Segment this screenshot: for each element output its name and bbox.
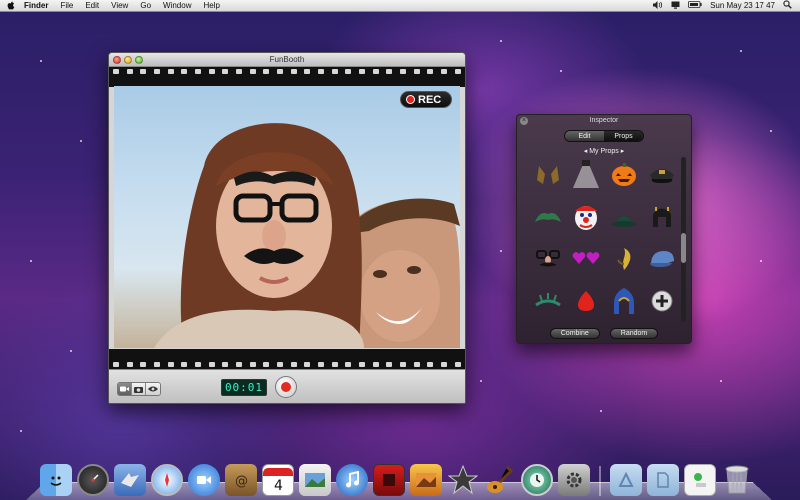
camera-preview[interactable]: REC: [114, 86, 460, 348]
blue-cap-icon[interactable]: [644, 239, 680, 279]
photo-booth-icon[interactable]: [373, 464, 405, 496]
combine-button[interactable]: Combine: [549, 328, 600, 339]
volume-icon[interactable]: [653, 0, 663, 11]
close-button[interactable]: [113, 56, 121, 64]
scrollbar-thumb[interactable]: [681, 233, 686, 263]
clock-display[interactable]: Sun May 23 17 47: [710, 1, 775, 10]
window-titlebar[interactable]: FunBooth: [109, 53, 465, 67]
green-antenna-icon[interactable]: [530, 281, 566, 321]
menu-view[interactable]: View: [111, 1, 128, 10]
pumpkin-head-icon[interactable]: [606, 155, 642, 195]
trash-icon[interactable]: [721, 464, 753, 496]
close-icon[interactable]: ×: [520, 117, 528, 125]
ical-icon[interactable]: 4: [262, 464, 294, 496]
dock: @ 4: [26, 452, 772, 500]
apple-menu-icon[interactable]: [6, 1, 16, 11]
menu-go[interactable]: Go: [140, 1, 151, 10]
inspector-actions: Combine Random: [517, 328, 691, 339]
record-icon: [281, 382, 291, 392]
props-grid: [530, 155, 686, 323]
inspector-title: Inspector: [589, 117, 619, 124]
record-button[interactable]: [275, 376, 297, 398]
svg-text:4: 4: [274, 478, 283, 492]
funbooth-toolbar: 00:01: [109, 369, 465, 403]
props-category-selector[interactable]: ◂ My Props ▸: [517, 147, 691, 155]
window-controls: [113, 56, 143, 64]
props-scrollbar[interactable]: [681, 157, 686, 322]
dashboard-icon[interactable]: [77, 464, 109, 496]
photo-mode-icon[interactable]: [132, 383, 146, 395]
battery-icon[interactable]: [688, 1, 702, 10]
gold-horn-icon[interactable]: [606, 239, 642, 279]
recording-indicator: REC: [400, 91, 452, 108]
spotlight-icon[interactable]: [783, 0, 792, 11]
filmstrip-top: [109, 67, 465, 87]
random-button[interactable]: Random: [609, 328, 659, 339]
menu-bar: Finder File Edit View Go Window Help Sun…: [0, 0, 800, 12]
iphoto-icon[interactable]: [299, 464, 331, 496]
cowbell-horns-icon[interactable]: [530, 155, 566, 195]
record-dot-icon: [406, 95, 415, 104]
inspector-tabs: Edit Props: [564, 130, 644, 142]
menu-help[interactable]: Help: [203, 1, 219, 10]
ichat-icon[interactable]: [188, 464, 220, 496]
inspector-titlebar[interactable]: × Inspector: [517, 115, 691, 127]
eye-icon[interactable]: [146, 383, 160, 395]
itunes-icon[interactable]: [336, 464, 368, 496]
blue-hood-icon[interactable]: [606, 281, 642, 321]
system-preferences-icon[interactable]: [558, 464, 590, 496]
red-nose-icon[interactable]: [568, 281, 604, 321]
downloads-stack-icon[interactable]: [684, 464, 716, 496]
garageband-icon[interactable]: [484, 464, 516, 496]
green-witch-hat-icon[interactable]: [606, 197, 642, 237]
inspector-panel: × Inspector Edit Props ◂ My Props ▸ Comb…: [516, 114, 692, 344]
glasses-mustache-icon[interactable]: [530, 239, 566, 279]
green-hair-icon[interactable]: [530, 197, 566, 237]
menu-file[interactable]: File: [60, 1, 73, 10]
tab-props[interactable]: Props: [604, 131, 643, 141]
imovie-icon[interactable]: [447, 464, 479, 496]
video-mode-icon[interactable]: [118, 383, 132, 395]
dock-separator: [599, 466, 601, 496]
menu-window[interactable]: Window: [163, 1, 191, 10]
recording-timer: 00:01: [221, 379, 267, 396]
preview-image: [154, 123, 460, 348]
menu-edit[interactable]: Edit: [85, 1, 99, 10]
menu-app-name[interactable]: Finder: [24, 1, 48, 10]
zoom-button[interactable]: [135, 56, 143, 64]
mail-icon[interactable]: [114, 464, 146, 496]
applications-folder-icon[interactable]: [610, 464, 642, 496]
menu-extras: Sun May 23 17 47: [653, 0, 792, 11]
tab-edit[interactable]: Edit: [565, 131, 604, 141]
filmstrip-bottom: [109, 349, 465, 369]
display-icon[interactable]: [671, 1, 680, 11]
svg-text:@: @: [235, 474, 248, 488]
documents-folder-icon[interactable]: [647, 464, 679, 496]
spotlight-prop-icon[interactable]: [568, 155, 604, 195]
finder-icon[interactable]: [40, 464, 72, 496]
safari-icon[interactable]: [151, 464, 183, 496]
clown-face-icon[interactable]: [568, 197, 604, 237]
dock-items: @ 4: [40, 452, 753, 496]
add-prop-button[interactable]: [644, 281, 680, 321]
capture-mode-segmented-control: [117, 382, 161, 396]
black-helmet-icon[interactable]: [644, 197, 680, 237]
funbooth-window: FunBooth REC 00:01: [108, 52, 466, 404]
window-title: FunBooth: [269, 55, 305, 64]
purple-hearts-icon[interactable]: [568, 239, 604, 279]
address-book-icon[interactable]: @: [225, 464, 257, 496]
minimize-button[interactable]: [124, 56, 132, 64]
rec-label: REC: [418, 93, 442, 106]
police-cap-icon[interactable]: [644, 155, 680, 195]
time-machine-icon[interactable]: [521, 464, 553, 496]
iphoto-alt-icon[interactable]: [410, 464, 442, 496]
